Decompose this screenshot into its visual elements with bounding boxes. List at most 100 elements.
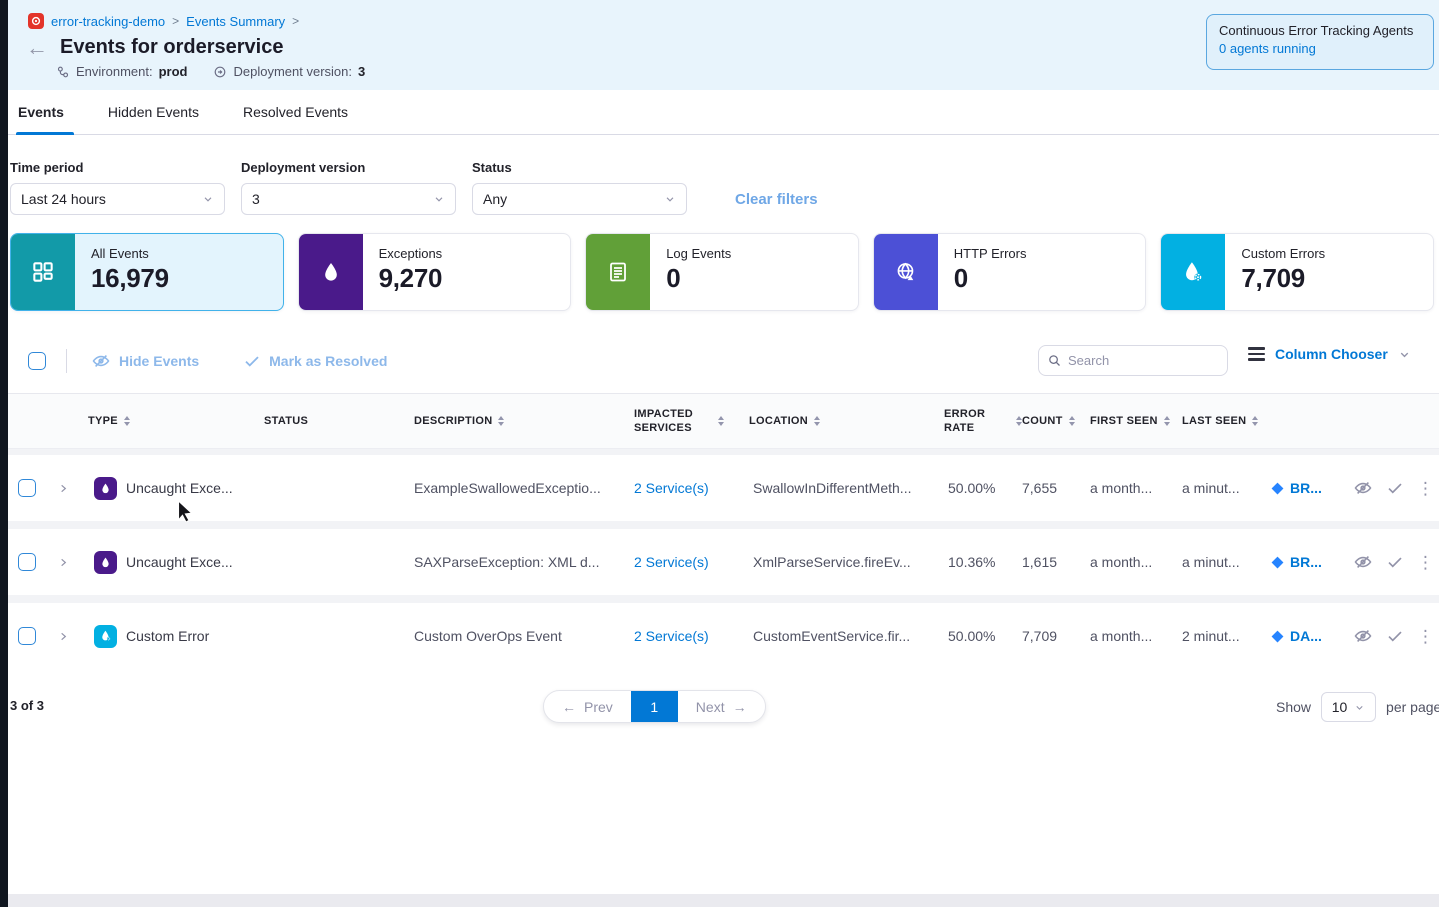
row-checkbox[interactable] <box>18 553 36 571</box>
row-menu-icon[interactable]: ⋮ <box>1417 628 1434 645</box>
event-type-cell: Uncaught Exce... <box>88 477 264 500</box>
ticket-link[interactable]: BR... <box>1270 480 1345 496</box>
error-rate-cell: 10.36% <box>944 554 1022 570</box>
card-value: 0 <box>666 263 731 294</box>
column-header-last-seen[interactable]: LAST SEEN <box>1182 414 1270 428</box>
table-header-row: TYPE STATUS DESCRIPTION IMPACTED SERVICE… <box>8 393 1439 449</box>
error-rate-cell: 50.00% <box>944 628 1022 644</box>
impacted-services-link[interactable]: 2 Service(s) <box>634 554 749 570</box>
sort-icon[interactable] <box>1164 416 1170 427</box>
time-period-select[interactable]: Last 24 hours <box>10 183 225 215</box>
impacted-services-link[interactable]: 2 Service(s) <box>634 480 749 496</box>
breadcrumb-section-link[interactable]: Events Summary <box>186 14 285 29</box>
tab-resolved-events[interactable]: Resolved Events <box>243 90 348 135</box>
column-header-error-rate[interactable]: ERROR RATE <box>944 407 1022 436</box>
back-arrow-icon[interactable]: ← <box>26 37 48 59</box>
grid-icon <box>11 234 75 310</box>
column-header-first-seen[interactable]: FIRST SEEN <box>1090 414 1182 428</box>
bulk-actions-toolbar: Hide Events Mark as Resolved Column Choo… <box>0 342 1439 380</box>
next-page-button[interactable]: Next → <box>678 691 765 722</box>
column-header-count[interactable]: COUNT <box>1022 414 1090 428</box>
row-menu-icon[interactable]: ⋮ <box>1417 554 1434 571</box>
mark-resolved-button[interactable]: Mark as Resolved <box>243 352 387 370</box>
sort-icon[interactable] <box>1069 416 1075 427</box>
deployment-version-select[interactable]: 3 <box>241 183 456 215</box>
chevron-down-icon <box>202 193 214 205</box>
card-value: 16,979 <box>91 263 169 294</box>
prev-page-button[interactable]: ← Prev <box>544 691 631 722</box>
environment-value: prod <box>159 64 188 79</box>
card-log-events[interactable]: Log Events 0 <box>585 233 859 311</box>
column-header-impacted-services[interactable]: IMPACTED SERVICES <box>634 407 749 436</box>
impacted-services-link[interactable]: 2 Service(s) <box>634 628 749 644</box>
column-header-description[interactable]: DESCRIPTION <box>414 414 634 428</box>
hide-events-button[interactable]: Hide Events <box>91 351 199 371</box>
chevron-down-icon <box>1398 348 1411 361</box>
resolve-event-icon[interactable] <box>1386 479 1404 497</box>
row-checkbox[interactable] <box>18 627 36 645</box>
sort-icon[interactable] <box>814 416 820 427</box>
hide-event-icon[interactable] <box>1353 478 1373 498</box>
clear-filters-button[interactable]: Clear filters <box>735 191 818 208</box>
page-number-button[interactable]: 1 <box>631 691 678 722</box>
table-row[interactable]: Custom Error Custom OverOps Event 2 Serv… <box>8 603 1439 669</box>
expand-chevron-icon[interactable] <box>58 483 88 494</box>
chevron-down-icon <box>1354 702 1365 713</box>
exception-flame-icon <box>94 477 117 500</box>
page-size-select[interactable]: 10 <box>1321 692 1376 722</box>
row-menu-icon[interactable]: ⋮ <box>1417 480 1434 497</box>
resolve-event-icon[interactable] <box>1386 553 1404 571</box>
resolve-event-icon[interactable] <box>1386 627 1404 645</box>
row-checkbox[interactable] <box>18 479 36 497</box>
card-value: 9,270 <box>379 263 443 294</box>
search-icon <box>1047 353 1062 368</box>
events-page: error-tracking-demo > Events Summary > ←… <box>0 0 1439 907</box>
select-all-checkbox[interactable] <box>28 352 46 370</box>
per-page-label: per page <box>1386 699 1439 715</box>
sort-icon[interactable] <box>124 416 130 427</box>
last-seen-cell: a minut... <box>1182 480 1270 496</box>
description-cell: ExampleSwallowedExceptio... <box>414 480 634 496</box>
location-cell: XmlParseService.fireEv... <box>749 554 944 570</box>
ticket-link[interactable]: BR... <box>1270 554 1345 570</box>
search-input[interactable] <box>1068 353 1208 368</box>
expand-chevron-icon[interactable] <box>58 557 88 568</box>
column-header-location[interactable]: LOCATION <box>749 414 944 428</box>
card-http-errors[interactable]: HTTP Errors 0 <box>873 233 1147 311</box>
ticket-link[interactable]: DA... <box>1270 628 1345 644</box>
card-label: HTTP Errors <box>954 246 1027 261</box>
last-seen-cell: 2 minut... <box>1182 628 1270 644</box>
table-row[interactable]: Uncaught Exce... SAXParseException: XML … <box>8 529 1439 595</box>
sort-icon[interactable] <box>1252 416 1258 427</box>
column-chooser-button[interactable]: Column Chooser <box>1248 346 1411 362</box>
tab-hidden-events[interactable]: Hidden Events <box>108 90 199 135</box>
environment-meta: Environment:prod <box>56 64 187 79</box>
card-all-events[interactable]: All Events 16,979 <box>10 233 284 311</box>
status-select[interactable]: Any <box>472 183 687 215</box>
card-label: Log Events <box>666 246 731 261</box>
chevron-down-icon <box>433 193 445 205</box>
time-period-label: Time period <box>10 160 225 175</box>
card-exceptions[interactable]: Exceptions 9,270 <box>298 233 572 311</box>
hide-event-icon[interactable] <box>1353 552 1373 572</box>
breadcrumb-separator: > <box>172 14 179 28</box>
breadcrumb-project-link[interactable]: error-tracking-demo <box>51 14 165 29</box>
location-cell: CustomEventService.fir... <box>749 628 944 644</box>
first-seen-cell: a month... <box>1090 480 1182 496</box>
count-cell: 7,655 <box>1022 480 1090 496</box>
card-custom-errors[interactable]: Custom Errors 7,709 <box>1160 233 1434 311</box>
sort-icon[interactable] <box>498 416 504 427</box>
sort-icon[interactable] <box>718 416 724 427</box>
hide-event-icon[interactable] <box>1353 626 1373 646</box>
deployment-meta: Deployment version:3 <box>213 64 365 79</box>
events-table: TYPE STATUS DESCRIPTION IMPACTED SERVICE… <box>8 393 1439 669</box>
column-header-type[interactable]: TYPE <box>88 414 264 428</box>
expand-chevron-icon[interactable] <box>58 631 88 642</box>
table-row[interactable]: Uncaught Exce... ExampleSwallowedExcepti… <box>8 455 1439 521</box>
filters-row: Time period Last 24 hours Deployment ver… <box>10 160 818 215</box>
tab-events[interactable]: Events <box>18 90 64 135</box>
first-seen-cell: a month... <box>1090 554 1182 570</box>
agents-running-link[interactable]: 0 agents running <box>1219 41 1421 56</box>
custom-error-icon <box>94 625 117 648</box>
pagination: ← Prev 1 Next → <box>543 690 766 723</box>
